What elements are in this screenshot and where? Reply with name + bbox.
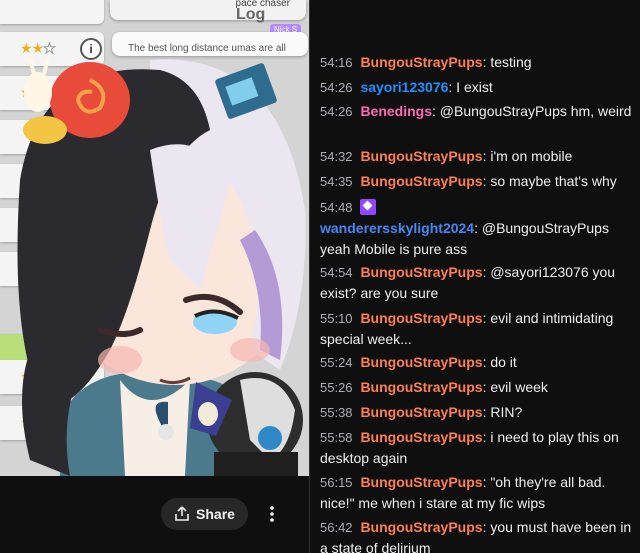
chat-message: 55:24 BungouStrayPups: do it bbox=[320, 352, 636, 373]
username[interactable]: Benedings bbox=[360, 103, 432, 119]
message-text: : i'm on mobile bbox=[482, 148, 573, 164]
username[interactable]: BungouStrayPups bbox=[360, 264, 482, 280]
timestamp: 55:58 bbox=[320, 430, 353, 445]
username[interactable]: BungouStrayPups bbox=[360, 379, 482, 395]
username[interactable]: BungouStrayPups bbox=[360, 404, 482, 420]
message-text: : so maybe that's why bbox=[482, 173, 617, 189]
chat-message: 54:26 Benedings: @BungouStrayPups hm, we… bbox=[320, 101, 636, 122]
timestamp: 56:15 bbox=[320, 475, 353, 490]
chat-message: 54:26 sayori123076: I exist bbox=[320, 77, 636, 98]
chat-message: 54:54 BungouStrayPups: @sayori123076 you… bbox=[320, 262, 636, 304]
share-label: Share bbox=[196, 506, 235, 522]
chat-message: 55:10 BungouStrayPups: evil and intimida… bbox=[320, 308, 636, 350]
message-text: : RIN? bbox=[482, 404, 523, 420]
chat-message: 54:32 BungouStrayPups: i'm on mobile bbox=[320, 146, 636, 167]
share-button[interactable]: Share bbox=[161, 498, 248, 530]
subscriber-badge-icon[interactable] bbox=[360, 199, 377, 215]
timestamp: 54:32 bbox=[320, 149, 353, 164]
username[interactable]: BungouStrayPups bbox=[360, 429, 482, 445]
message-text: : evil week bbox=[482, 379, 548, 395]
chat-message: 54:16 BungouStrayPups: testing bbox=[320, 52, 636, 73]
username[interactable]: BungouStrayPups bbox=[360, 519, 482, 535]
timestamp: 54:54 bbox=[320, 265, 353, 280]
timestamp: 55:10 bbox=[320, 311, 353, 326]
more-options-button[interactable] bbox=[262, 498, 282, 530]
timestamp: 55:24 bbox=[320, 355, 353, 370]
timestamp: 55:26 bbox=[320, 380, 353, 395]
timestamp: 55:38 bbox=[320, 405, 353, 420]
chat-message: 55:26 BungouStrayPups: evil week bbox=[320, 377, 636, 398]
username[interactable]: BungouStrayPups bbox=[360, 173, 482, 189]
chat-panel: 54:16 BungouStrayPups: testing 54:26 say… bbox=[310, 0, 640, 553]
username[interactable]: BungouStrayPups bbox=[360, 354, 482, 370]
share-icon bbox=[175, 506, 189, 521]
timestamp: 54:16 bbox=[320, 55, 353, 70]
chat-message: 56:15 BungouStrayPups: "oh they're all b… bbox=[320, 472, 636, 514]
more-vertical-icon bbox=[270, 506, 274, 522]
username[interactable]: BungouStrayPups bbox=[360, 474, 482, 490]
username[interactable]: BungouStrayPups bbox=[360, 54, 482, 70]
chat-message: 54:35 BungouStrayPups: so maybe that's w… bbox=[320, 171, 636, 192]
message-text: : do it bbox=[482, 354, 517, 370]
message-text: : @BungouStrayPups hm, weird bbox=[432, 103, 632, 119]
chat-message: 56:42 BungouStrayPups: you must have bee… bbox=[320, 517, 636, 553]
chat-message: 55:38 BungouStrayPups: RIN? bbox=[320, 402, 636, 423]
vtuber-avatar bbox=[17, 57, 306, 476]
message-text: : I exist bbox=[448, 79, 493, 95]
username[interactable]: wanderersskylight2024 bbox=[320, 220, 474, 236]
message-text: : testing bbox=[482, 54, 532, 70]
username[interactable]: sayori123076 bbox=[360, 79, 448, 95]
timestamp: 54:26 bbox=[320, 80, 353, 95]
chat-message: 55:58 BungouStrayPups: i need to play th… bbox=[320, 427, 636, 469]
username[interactable]: BungouStrayPups bbox=[360, 148, 482, 164]
chat-message: 54:48 wanderersskylight2024: @BungouStra… bbox=[320, 197, 636, 260]
username[interactable]: BungouStrayPups bbox=[360, 310, 482, 326]
timestamp: 56:42 bbox=[320, 520, 353, 535]
video-player[interactable]: ★★★ i ★ ★ ★★★ pace chaser Log Nick S The… bbox=[0, 0, 309, 476]
timestamp: 54:48 bbox=[320, 200, 353, 215]
timestamp: 54:35 bbox=[320, 174, 353, 189]
timestamp: 54:26 bbox=[320, 104, 353, 119]
